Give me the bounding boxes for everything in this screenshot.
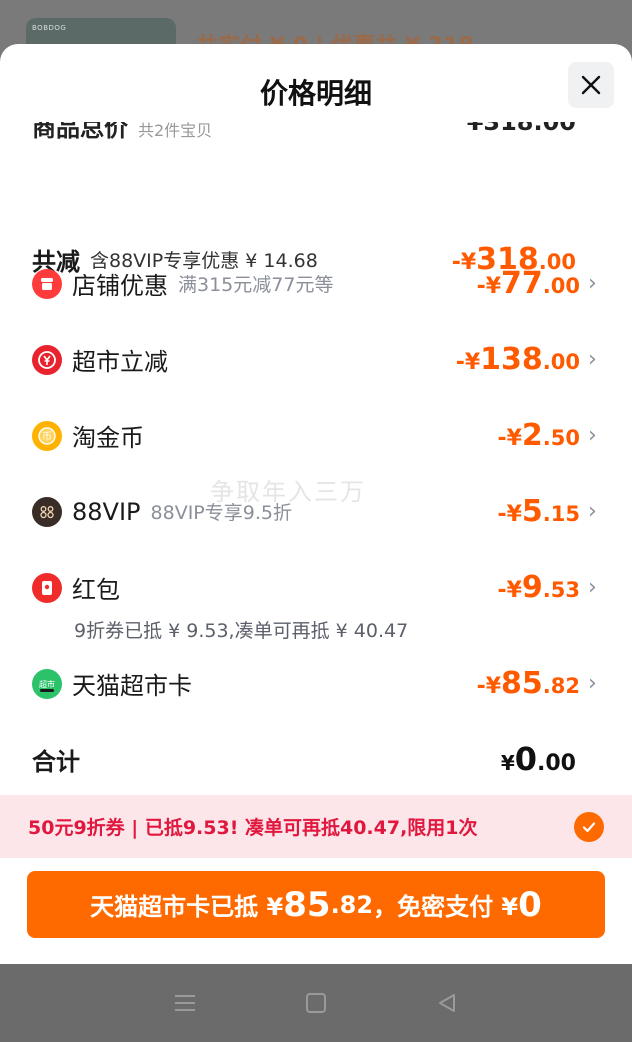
- discount-row-coin[interactable]: 币 淘金币 -¥2.50 ›: [32, 418, 602, 453]
- check-icon[interactable]: [574, 811, 604, 842]
- discount-row-store[interactable]: 店铺优惠 满315元减77元等 -¥77.00 ›: [32, 266, 602, 301]
- close-icon: [581, 75, 601, 95]
- goods-total-label: 商品总价: [32, 122, 128, 142]
- discount-amount: -¥5.15: [497, 494, 580, 529]
- discount-amount: -¥77.00: [476, 266, 580, 301]
- close-button[interactable]: [568, 62, 614, 108]
- discount-row-red-packet[interactable]: 红包 -¥9.53 ›: [32, 570, 602, 605]
- svg-text:币: 币: [42, 431, 52, 443]
- coupon-banner[interactable]: 50元9折券 | 已抵9.53! 凑单可再抵40.47,限用1次: [0, 795, 632, 858]
- discount-amount: -¥138.00: [455, 342, 580, 377]
- goods-total-row: 商品总价 共2件宝贝 ¥318.00: [32, 122, 576, 146]
- goods-total-amount: ¥318.00: [466, 122, 576, 136]
- menu-icon[interactable]: [171, 989, 199, 1017]
- vip88-icon: [32, 496, 62, 527]
- discount-label: 店铺优惠: [72, 272, 168, 300]
- svg-text:超市: 超市: [39, 679, 55, 689]
- discount-label: 红包: [72, 576, 120, 604]
- goods-total-desc: 共2件宝贝: [138, 122, 213, 140]
- store-icon: [32, 268, 62, 299]
- discount-amount: -¥2.50: [497, 418, 580, 453]
- chevron-right-icon: ›: [588, 499, 597, 524]
- yen-icon: [32, 344, 62, 375]
- discount-amount: -¥9.53: [497, 570, 580, 605]
- market-card-icon: 超市: [32, 668, 62, 699]
- price-detail-sheet: 价格明细 商品总价 共2件宝贝 ¥318.00 共减 含88VIP专享优惠 ¥ 1…: [0, 44, 632, 964]
- discount-label: 超市立减: [72, 348, 168, 376]
- chevron-right-icon: ›: [588, 423, 597, 448]
- coupon-banner-text: 50元9折券 | 已抵9.53! 凑单可再抵40.47,限用1次: [28, 817, 478, 839]
- home-icon[interactable]: [302, 989, 330, 1017]
- discount-row-market[interactable]: 超市立减 -¥138.00 ›: [32, 342, 602, 377]
- pay-button-final: 0: [518, 884, 542, 925]
- discount-label: 88VIP: [72, 497, 141, 526]
- pay-button-part2: ，免密支付 ¥: [373, 893, 519, 921]
- sum-label: 合计: [32, 747, 80, 776]
- system-nav-bar: [0, 964, 632, 1042]
- red-packet-note: 9折券已抵 ¥ 9.53,凑单可再抵 ¥ 40.47: [74, 620, 409, 642]
- discount-amount: -¥85.82: [476, 666, 580, 701]
- sum-row: 合计 ¥0.00: [32, 740, 576, 778]
- sheet-title: 价格明细: [259, 77, 372, 110]
- chevron-right-icon: ›: [588, 671, 597, 696]
- pay-button-amount-dec: .82: [330, 890, 374, 919]
- red-packet-icon: [32, 572, 62, 603]
- pay-button-amount-int: 85: [283, 884, 331, 925]
- watermark: 争取年入三万: [210, 478, 366, 506]
- pay-button[interactable]: 天猫超市卡已抵 ¥ 85 .82 ，免密支付 ¥ 0: [27, 871, 605, 938]
- chevron-right-icon: ›: [588, 271, 597, 296]
- brand-logo: BOBDOG: [32, 24, 67, 32]
- sum-amount: ¥0.00: [500, 740, 576, 778]
- discount-desc: 满315元减77元等: [178, 274, 334, 296]
- discount-label: 淘金币: [72, 424, 144, 452]
- discount-row-market-card[interactable]: 超市 天猫超市卡 -¥85.82 ›: [32, 666, 602, 701]
- discount-label: 天猫超市卡: [72, 672, 192, 700]
- chevron-right-icon: ›: [588, 575, 597, 600]
- coin-icon: 币: [32, 420, 62, 451]
- back-icon[interactable]: [433, 989, 461, 1017]
- chevron-right-icon: ›: [588, 347, 597, 372]
- pay-button-part1: 天猫超市卡已抵 ¥: [90, 893, 284, 921]
